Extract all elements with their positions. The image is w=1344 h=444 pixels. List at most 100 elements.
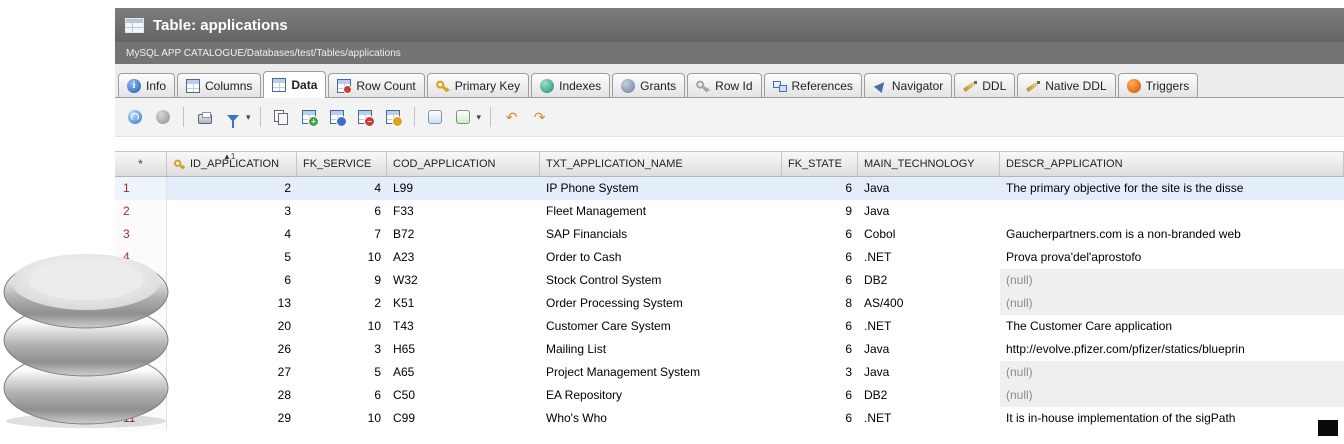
- cell[interactable]: 4: [167, 223, 297, 246]
- cell[interactable]: 3: [782, 361, 858, 384]
- redo-button[interactable]: ↷: [528, 106, 551, 129]
- cell[interactable]: Stock Control System: [540, 269, 782, 292]
- column-header-fk_service[interactable]: FK_SERVICE: [297, 152, 387, 176]
- cell[interactable]: 6: [782, 177, 858, 200]
- tab-row-count[interactable]: Row Count: [328, 73, 424, 97]
- cell[interactable]: 10: [297, 407, 387, 430]
- duplicate-row-button[interactable]: [326, 106, 349, 129]
- cell[interactable]: 4: [297, 177, 387, 200]
- cell[interactable]: Prova prova'del'aprostofo: [1000, 246, 1344, 269]
- cell[interactable]: A23: [387, 246, 540, 269]
- cell[interactable]: H65: [387, 338, 540, 361]
- cell[interactable]: B72: [387, 223, 540, 246]
- cell[interactable]: 3: [297, 338, 387, 361]
- cell[interactable]: 2: [297, 292, 387, 315]
- table-row[interactable]: 4510A23Order to Cash6.NETProva prova'del…: [115, 246, 1344, 269]
- reload-button[interactable]: [123, 106, 146, 129]
- filter-button[interactable]: [221, 106, 244, 129]
- cell[interactable]: 20: [167, 315, 297, 338]
- cell[interactable]: 5: [297, 361, 387, 384]
- cell[interactable]: W32: [387, 269, 540, 292]
- cell[interactable]: The primary objective for the site is th…: [1000, 177, 1344, 200]
- tab-ddl[interactable]: DDL: [954, 73, 1015, 97]
- cell[interactable]: 9: [297, 269, 387, 292]
- cell[interactable]: 7: [297, 223, 387, 246]
- table-row[interactable]: 124L99IP Phone System6JavaThe primary ob…: [115, 177, 1344, 200]
- delete-row-button[interactable]: −: [354, 106, 377, 129]
- cell[interactable]: Customer Care System: [540, 315, 782, 338]
- cell[interactable]: AS/400: [858, 292, 1000, 315]
- column-header-txt_application_name[interactable]: TXT_APPLICATION_NAME: [540, 152, 782, 176]
- cell[interactable]: .NET: [858, 407, 1000, 430]
- column-header-descr_application[interactable]: DESCR_APPLICATION: [1000, 152, 1344, 176]
- tab-info[interactable]: Info: [118, 73, 175, 97]
- dropdown-caret-icon[interactable]: ▾: [477, 112, 482, 123]
- table-row[interactable]: 569W32Stock Control System6DB2(null): [115, 269, 1344, 292]
- cell[interactable]: 6: [782, 315, 858, 338]
- print-button[interactable]: [193, 106, 216, 129]
- cell[interactable]: http://evolve.pfizer.com/pfizer/statics/…: [1000, 338, 1344, 361]
- editor-view-button[interactable]: [452, 106, 475, 129]
- cell[interactable]: The Customer Care application: [1000, 315, 1344, 338]
- cell[interactable]: .NET: [858, 246, 1000, 269]
- cell[interactable]: Java: [858, 338, 1000, 361]
- tab-native-ddl[interactable]: Native DDL: [1017, 73, 1115, 97]
- cell[interactable]: 10: [297, 246, 387, 269]
- cell[interactable]: [1000, 200, 1344, 223]
- cell[interactable]: Order to Cash: [540, 246, 782, 269]
- cell[interactable]: 8: [782, 292, 858, 315]
- cell[interactable]: 9: [782, 200, 858, 223]
- table-row[interactable]: 72010T43Customer Care System6.NETThe Cus…: [115, 315, 1344, 338]
- column-header-id_application[interactable]: ID_APPLICATION▲1: [167, 152, 297, 176]
- tab-columns[interactable]: Columns: [177, 73, 261, 97]
- table-row[interactable]: 347B72SAP Financials6CobolGaucherpartner…: [115, 223, 1344, 246]
- cell[interactable]: 6: [782, 223, 858, 246]
- tab-references[interactable]: References: [764, 73, 862, 97]
- column-header-fk_state[interactable]: FK_STATE: [782, 152, 858, 176]
- cell[interactable]: 6: [782, 246, 858, 269]
- cell[interactable]: IP Phone System: [540, 177, 782, 200]
- table-row[interactable]: 10286C50EA Repository6DB2(null): [115, 384, 1344, 407]
- cell[interactable]: Order Processing System: [540, 292, 782, 315]
- cell[interactable]: It is in-house implementation of the sig…: [1000, 407, 1344, 430]
- cell[interactable]: (null): [1000, 269, 1344, 292]
- cell[interactable]: C50: [387, 384, 540, 407]
- cell[interactable]: C99: [387, 407, 540, 430]
- cell[interactable]: (null): [1000, 292, 1344, 315]
- cell[interactable]: 6: [297, 384, 387, 407]
- cell[interactable]: DB2: [858, 269, 1000, 292]
- tab-triggers[interactable]: Triggers: [1118, 73, 1199, 97]
- column-header-main_technology[interactable]: MAIN_TECHNOLOGY: [858, 152, 1000, 176]
- cell[interactable]: 26: [167, 338, 297, 361]
- cell[interactable]: 10: [297, 315, 387, 338]
- cell[interactable]: 6: [782, 407, 858, 430]
- form-view-button[interactable]: [424, 106, 447, 129]
- cell[interactable]: 6: [297, 200, 387, 223]
- cell[interactable]: Mailing List: [540, 338, 782, 361]
- insert-row-button[interactable]: +: [298, 106, 321, 129]
- cell[interactable]: Fleet Management: [540, 200, 782, 223]
- cell[interactable]: 3: [167, 200, 297, 223]
- tab-navigator[interactable]: Navigator: [864, 73, 952, 97]
- tab-data[interactable]: Data: [263, 71, 326, 98]
- cell[interactable]: 6: [782, 338, 858, 361]
- copy-button[interactable]: [270, 106, 293, 129]
- cell[interactable]: 13: [167, 292, 297, 315]
- cell[interactable]: F33: [387, 200, 540, 223]
- tab-row-id[interactable]: Row Id: [687, 73, 761, 97]
- cell[interactable]: 6: [782, 269, 858, 292]
- cell[interactable]: Java: [858, 361, 1000, 384]
- edit-row-button[interactable]: [382, 106, 405, 129]
- cell[interactable]: 27: [167, 361, 297, 384]
- cell[interactable]: Java: [858, 200, 1000, 223]
- table-row[interactable]: 9275A65Project Management System3Java(nu…: [115, 361, 1344, 384]
- grid-corner-cell[interactable]: *: [115, 152, 167, 176]
- cell[interactable]: Project Management System: [540, 361, 782, 384]
- cell[interactable]: (null): [1000, 361, 1344, 384]
- tab-grants[interactable]: Grants: [612, 73, 685, 97]
- tab-indexes[interactable]: Indexes: [531, 73, 610, 97]
- table-row[interactable]: 112910C99Who's Who6.NETIt is in-house im…: [115, 407, 1344, 430]
- cell[interactable]: K51: [387, 292, 540, 315]
- cell[interactable]: DB2: [858, 384, 1000, 407]
- cell[interactable]: Who's Who: [540, 407, 782, 430]
